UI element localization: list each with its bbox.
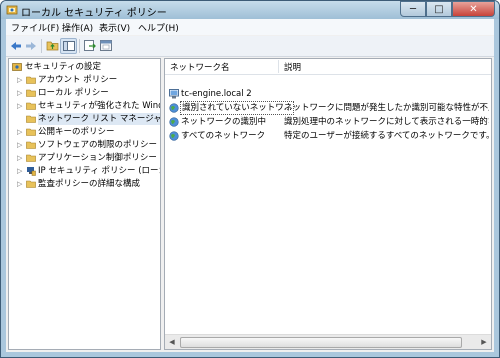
security-settings-icon: [12, 62, 22, 72]
network-description: ネットワークに問題が発生したか識別可能な特性が不足している: [284, 103, 489, 113]
menu-bar: ファイル(F) 操作(A) 表示(V) ヘルプ(H): [6, 19, 494, 35]
network-name: すべてのネットワーク: [181, 131, 266, 141]
maximize-icon: □: [434, 3, 444, 15]
folder-icon: [26, 114, 36, 124]
network-description: 識別処理中のネットワークに対して表示される一時的な状態で: [284, 117, 489, 127]
expand-arrow-icon[interactable]: ▷: [17, 89, 23, 97]
expand-arrow-icon[interactable]: ▷: [17, 180, 23, 188]
export-list-icon[interactable]: [83, 39, 97, 52]
tree-item-label: ネットワーク リスト マネージャー ポ: [38, 113, 160, 125]
forward-arrow-icon[interactable]: [24, 39, 38, 52]
folder-icon: [26, 127, 36, 137]
console-tree-pane[interactable]: セキュリティの設定 ▷ アカウント ポリシー ▷ ローカル ポリシー ▷ セキュ…: [8, 58, 161, 350]
list-row[interactable]: 識別されていないネットワ... ネットワークに問題が発生したか識別可能な特性が不…: [165, 101, 491, 115]
menu-view[interactable]: 表示(V): [99, 21, 130, 34]
tree-item-app-control[interactable]: ▷ アプリケーション制御ポリシー: [9, 152, 159, 164]
list-header: ネットワーク名 説明: [165, 59, 491, 75]
network-name: tc-engine.local 2: [181, 89, 252, 99]
help-icon[interactable]: [99, 39, 113, 52]
expand-arrow-icon[interactable]: ▷: [17, 154, 23, 162]
expand-arrow-icon[interactable]: ▷: [17, 128, 23, 136]
network-globe-icon: [169, 103, 179, 113]
network-globe-icon: [169, 117, 179, 127]
tree-item-account-policy[interactable]: ▷ アカウント ポリシー: [9, 74, 159, 86]
list-row[interactable]: ネットワークの識別中 識別処理中のネットワークに対して表示される一時的な状態で: [165, 116, 491, 128]
tree-root-label: セキュリティの設定: [25, 62, 101, 72]
column-header-network-name[interactable]: ネットワーク名: [170, 61, 230, 73]
tree-item-windows-firewall[interactable]: ▷ セキュリティが強化された Windows: [9, 100, 160, 112]
back-arrow-icon[interactable]: [9, 39, 23, 52]
tree-item-advanced-audit[interactable]: ▷ 監査ポリシーの詳細な構成: [9, 178, 159, 190]
up-folder-icon[interactable]: [45, 39, 59, 52]
minimize-button[interactable]: ─: [400, 1, 426, 17]
folder-icon: [26, 153, 36, 163]
scroll-right-icon[interactable]: ▶: [477, 335, 491, 349]
maximize-button[interactable]: □: [426, 1, 452, 17]
expand-arrow-icon[interactable]: ▷: [17, 102, 23, 110]
menu-action[interactable]: 操作(A): [62, 21, 93, 34]
tree-item-network-list-manager[interactable]: ネットワーク リスト マネージャー ポ: [9, 113, 160, 125]
network-domain-icon: [169, 89, 179, 99]
minimize-icon: ─: [409, 3, 417, 15]
tree-item-label: ソフトウェアの制限のポリシー: [38, 140, 158, 150]
folder-icon: [26, 75, 36, 85]
folder-icon: [26, 101, 36, 111]
tree-item-label: アプリケーション制御ポリシー: [38, 153, 157, 163]
tree-item-label: アカウント ポリシー: [38, 75, 118, 85]
scroll-left-icon[interactable]: ◀: [165, 335, 179, 349]
folder-icon: [26, 140, 36, 150]
close-icon: ✕: [469, 3, 478, 15]
expand-arrow-icon[interactable]: ▷: [17, 76, 23, 84]
ip-security-icon: [26, 166, 36, 176]
network-description: 特定のユーザーが接続するすべてのネットワークです。: [284, 131, 489, 141]
tree-item-label: ローカル ポリシー: [38, 88, 109, 98]
toolbar: [6, 36, 494, 57]
list-row[interactable]: tc-engine.local 2: [165, 88, 491, 100]
window-title: ローカル セキュリティ ポリシー: [21, 8, 167, 19]
expand-arrow-icon[interactable]: ▷: [17, 141, 23, 149]
tree-item-ip-security[interactable]: ▷ IP セキュリティ ポリシー (ローカル: [9, 165, 160, 177]
expand-arrow-icon[interactable]: ▷: [17, 167, 23, 175]
tree-root[interactable]: セキュリティの設定: [9, 61, 159, 73]
folder-icon: [26, 179, 36, 189]
show-hide-tree-icon[interactable]: [60, 38, 77, 54]
window-client-area: ファイル(F) 操作(A) 表示(V) ヘルプ(H) セキュリティの設定 ▷ ア…: [6, 19, 494, 352]
list-row[interactable]: すべてのネットワーク 特定のユーザーが接続するすべてのネットワークです。: [165, 130, 491, 142]
tree-item-local-policy[interactable]: ▷ ローカル ポリシー: [9, 87, 159, 99]
menu-help[interactable]: ヘルプ(H): [138, 21, 179, 34]
network-globe-icon: [169, 131, 179, 141]
tree-item-label: IP セキュリティ ポリシー (ローカル: [38, 166, 160, 176]
network-name: 識別されていないネットワ...: [180, 101, 294, 115]
title-bar[interactable]: ローカル セキュリティ ポリシー ─ □ ✕: [1, 1, 499, 19]
menu-file[interactable]: ファイル(F): [11, 21, 59, 34]
app-window: ローカル セキュリティ ポリシー ─ □ ✕ ファイル(F) 操作(A) 表示(…: [0, 0, 500, 358]
tree-item-public-key-policy[interactable]: ▷ 公開キーのポリシー: [9, 126, 159, 138]
details-pane[interactable]: ネットワーク名 説明 tc-engine.local 2 識別されていないネット…: [164, 58, 492, 350]
network-name: ネットワークの識別中: [181, 117, 267, 127]
column-header-description[interactable]: 説明: [284, 61, 301, 73]
close-button[interactable]: ✕: [452, 1, 495, 17]
folder-icon: [26, 88, 36, 98]
tree-item-label: 公開キーのポリシー: [38, 127, 115, 137]
horizontal-scrollbar[interactable]: ◀ ▶: [165, 334, 491, 349]
tree-item-label: 監査ポリシーの詳細な構成: [38, 179, 141, 189]
scrollbar-thumb[interactable]: [180, 337, 462, 348]
tree-item-software-restriction[interactable]: ▷ ソフトウェアの制限のポリシー: [9, 139, 159, 151]
security-policy-app-icon: [6, 4, 18, 16]
tree-item-label: セキュリティが強化された Windows: [38, 101, 160, 111]
